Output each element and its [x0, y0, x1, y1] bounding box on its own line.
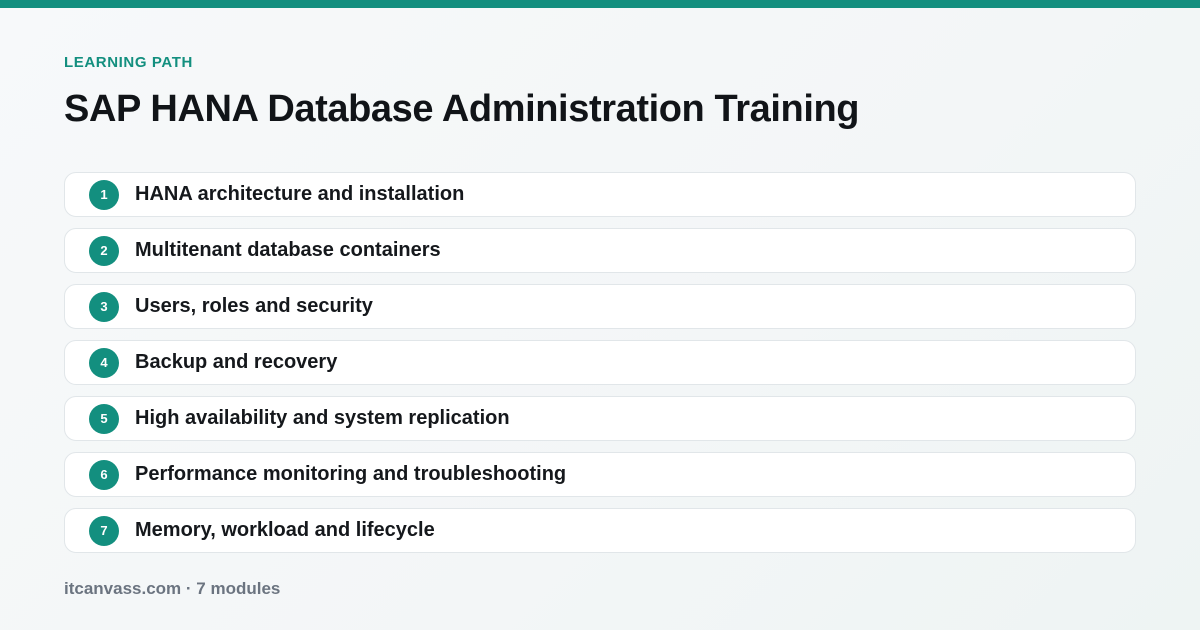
- module-number-badge: 2: [89, 235, 119, 266]
- module-title: HANA architecture and installation: [135, 183, 465, 205]
- module-number-badge: 1: [89, 179, 119, 210]
- module-item: 1 HANA architecture and installation: [64, 172, 1136, 217]
- module-item: 2 Multitenant database containers: [64, 228, 1136, 273]
- module-item: 6 Performance monitoring and troubleshoo…: [64, 452, 1136, 497]
- module-number-badge: 6: [89, 459, 119, 490]
- module-title: Performance monitoring and troubleshooti…: [135, 463, 567, 485]
- module-title: Users, roles and security: [135, 295, 373, 317]
- module-item: 3 Users, roles and security: [64, 284, 1136, 329]
- module-item: 5 High availability and system replicati…: [64, 396, 1136, 441]
- module-title: Backup and recovery: [135, 351, 338, 373]
- page-title: SAP HANA Database Administration Trainin…: [64, 88, 860, 130]
- module-list: 1 HANA architecture and installation 2 M…: [64, 172, 1136, 564]
- module-number-badge: 3: [89, 291, 119, 322]
- module-number-badge: 7: [89, 515, 119, 546]
- module-number-badge: 4: [89, 347, 119, 378]
- module-item: 4 Backup and recovery: [64, 340, 1136, 385]
- eyebrow-label: LEARNING PATH: [64, 54, 193, 71]
- module-title: High availability and system replication: [135, 407, 510, 429]
- module-title: Memory, workload and lifecycle: [135, 519, 435, 541]
- accent-top-bar: [0, 0, 1200, 8]
- module-item: 7 Memory, workload and lifecycle: [64, 508, 1136, 553]
- module-number-badge: 5: [89, 403, 119, 434]
- footer-text: itcanvass.com · 7 modules: [64, 579, 281, 598]
- module-title: Multitenant database containers: [135, 239, 441, 261]
